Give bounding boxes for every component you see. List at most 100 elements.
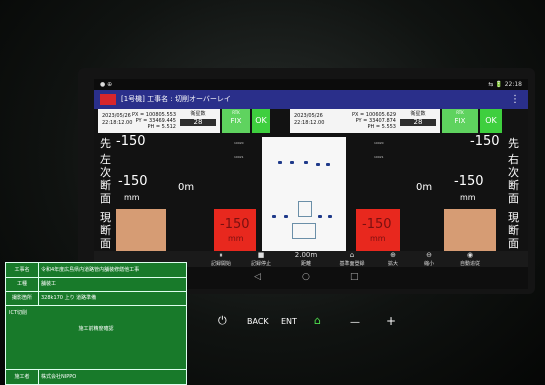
center-tick-label: 10021 [374,155,384,159]
distance-button[interactable]: 2.00m 距離 [286,251,326,267]
profile-point [272,215,276,218]
left-fix-label: FIX [230,117,242,125]
profile-point [278,161,282,164]
left-current-value: -150 [220,217,250,232]
app-title: [1号機] 工事名 : 切削オーバーレイ [121,95,231,103]
right-fix-label: FIX [454,117,466,125]
zoom-out-button[interactable]: ⊖ 縮小 [414,251,444,267]
left-side-label: 左 [100,153,111,166]
status-left: ● ⊕ [100,81,113,88]
board-section-text: 施工前精度確認 [78,326,114,332]
board-section-label: ICT切削 [9,310,28,316]
nav-recent-icon[interactable]: □ [350,272,359,282]
device-screen: ● ⊕ ⇆ 🔋 22:18 [1号機] 工事名 : 切削オーバーレイ ⋮ 202… [94,79,528,289]
profile-point [318,215,322,218]
right-date: 2023/05/26 [294,113,323,119]
right-distance: 0m [416,182,433,193]
menu-icon[interactable]: ⋮ [510,90,520,109]
board-value: 328k170 上り 道路準備 [41,295,97,301]
right-gnss-panel: 2023/05/26 22:18:12.00 PX = 100605.629 PY … [290,109,440,133]
distance-value: 2.00m [294,251,318,259]
left-current-section-label: 現断面 [100,211,111,250]
profile-point [328,215,332,218]
left-current-unit: mm [228,234,244,243]
cross-section-view [262,137,346,251]
right-pz: PH = 5.553 [367,124,396,130]
left-date: 2023/05/26 [102,113,131,119]
record-start-button[interactable]: ⏸ 記録開始 [204,251,238,267]
right-count-label: 衛星数 [410,111,426,117]
auto-follow-button[interactable]: ◉ 自動追従 [452,251,488,267]
hardware-plus-button[interactable]: + [386,314,396,328]
left-tan-block [116,209,166,251]
left-distance: 0m [178,182,195,193]
right-current-unit: mm [370,234,386,243]
board-row: 工事名 令和4年度広島県内道路管内舗装修繕他工事 [6,263,186,278]
left-count: 28 [180,119,216,126]
right-fix-small: RTK [456,110,464,115]
left-gnss-panel: 2023/05/26 22:18:12.00 PX = 100805.553 PY … [98,109,220,133]
hardware-back-button[interactable]: BACK [247,317,269,326]
power-icon[interactable]: ⏻ [218,314,227,328]
center-tick-label: 10020 [374,141,384,145]
board-key: 工事名 [6,263,39,277]
zoom-in-button[interactable]: ⊕ 拡大 [378,251,408,267]
zoom-out-icon: ⊖ [426,251,432,259]
board-value: 株式会社NIPPO [41,374,77,380]
construction-photo-board: 工事名 令和4年度広島県内道路管内舗装修繕他工事 工種 舗装工 撮影箇所 328… [5,262,187,385]
left-next-value: -150 [118,174,148,189]
right-ahead-label: 先 [508,137,519,150]
left-next-unit: mm [124,193,140,202]
record-stop-button[interactable]: ■ 記録停止 [244,251,278,267]
nav-home-icon[interactable]: ○ [302,272,310,282]
left-pz: PH = 5.512 [147,124,176,130]
right-fix-indicator: RTK FIX [442,109,478,133]
left-ahead-value: -150 [116,134,146,149]
right-next-value: -150 [454,174,484,189]
right-tan-block [444,209,496,251]
left-time: 22:18:12.00 [102,120,133,126]
profile-point [316,163,320,166]
center-tick-label: 10020 [234,141,244,145]
right-time: 22:18:12.00 [294,120,325,126]
profile-point [290,161,294,164]
app-logo [100,94,116,105]
right-ok-button[interactable]: OK [480,109,502,133]
hardware-enter-button[interactable]: ENT [281,317,297,326]
profile-point [284,215,288,218]
right-next-unit: mm [460,193,476,202]
left-fix-small: RTK [232,110,240,115]
cutter-icon [292,223,316,239]
board-row: 施工者 株式会社NIPPO [6,369,186,384]
left-next-section-label: 次断面 [100,166,111,205]
board-row: 工種 舗装工 [6,278,186,292]
profile-point [304,161,308,164]
board-key: 撮影箇所 [6,292,39,305]
left-count-label: 衛星数 [190,111,206,117]
hardware-minus-button[interactable]: — [350,317,360,328]
left-ok-button[interactable]: OK [252,109,270,133]
stop-icon: ■ [257,251,265,259]
board-row: 撮影箇所 328k170 上り 道路準備 [6,292,186,306]
right-current-section-label: 現断面 [508,211,519,250]
right-current-value: -150 [362,217,392,232]
lock-icon: ⌂ [349,251,355,259]
status-bar: ● ⊕ ⇆ 🔋 22:18 [94,79,528,90]
reference-button[interactable]: ⌂ 基準面登録 [332,251,372,267]
target-icon: ◉ [466,251,474,259]
nav-back-icon[interactable]: ◁ [254,272,261,282]
right-ahead-value: -150 [470,134,500,149]
right-side-label: 右 [508,153,519,166]
right-count: 28 [400,119,436,126]
center-tick-label: 10021 [234,155,244,159]
profile-point [326,163,330,166]
app-bar: [1号機] 工事名 : 切削オーバーレイ ⋮ [94,90,528,109]
status-right: ⇆ 🔋 22:18 [488,81,522,88]
board-key: 工種 [6,278,39,291]
board-key: 施工者 [6,370,39,384]
left-fix-indicator: RTK FIX [222,109,250,133]
left-ahead-label: 先 [100,137,111,150]
hardware-home-icon[interactable]: ⌂ [314,314,321,327]
pause-icon: ⏸ [219,251,223,259]
board-value: 令和4年度広島県内道路管内舗装修繕他工事 [41,267,140,273]
